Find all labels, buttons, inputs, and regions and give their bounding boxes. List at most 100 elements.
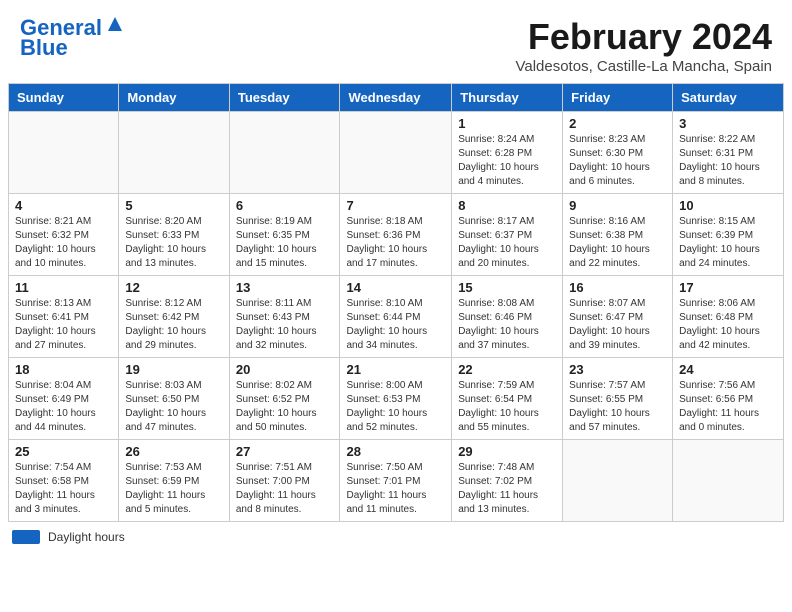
logo: General Blue <box>20 16 126 60</box>
day-number: 23 <box>569 362 666 377</box>
calendar-cell: 7 Sunrise: 8:18 AM Sunset: 6:36 PM Daylig… <box>340 194 452 276</box>
calendar-cell: 28 Sunrise: 7:50 AM Sunset: 7:01 PM Dayli… <box>340 440 452 522</box>
day-number: 26 <box>125 444 222 459</box>
logo-icon <box>104 13 126 35</box>
calendar-cell: 12Sunrise: 8:12 AM Sunset: 6:42 PM Dayli… <box>119 276 229 358</box>
day-number: 21 <box>346 362 445 377</box>
day-number: 25 <box>15 444 112 459</box>
calendar-header-wednesday: Wednesday <box>340 84 452 112</box>
calendar-week-row: 18 Sunrise: 8:04 AM Sunset: 6:49 PM Dayli… <box>9 358 784 440</box>
day-info: Sunrise: 7:53 AM Sunset: 6:59 PM Dayligh… <box>125 461 222 517</box>
calendar-cell: 17 Sunrise: 8:06 AM Sunset: 6:48 PM Dayli… <box>673 276 784 358</box>
day-info: Sunrise: 8:20 AM Sunset: 6:33 PM Dayligh… <box>125 215 222 271</box>
calendar-cell: 5 Sunrise: 8:20 AM Sunset: 6:33 PM Daylig… <box>119 194 229 276</box>
calendar-week-row: 25 Sunrise: 7:54 AM Sunset: 6:58 PM Dayli… <box>9 440 784 522</box>
calendar-cell: 27Sunrise: 7:51 AM Sunset: 7:00 PM Dayli… <box>229 440 340 522</box>
day-info: Sunrise: 8:19 AM Sunset: 6:35 PM Dayligh… <box>236 215 334 271</box>
day-number: 2 <box>569 116 666 131</box>
location-subtitle: Valdesotos, Castille-La Mancha, Spain <box>515 58 772 75</box>
day-number: 15 <box>458 280 556 295</box>
calendar-cell: 14 Sunrise: 8:10 AM Sunset: 6:44 PM Dayli… <box>340 276 452 358</box>
day-number: 14 <box>346 280 445 295</box>
calendar-cell <box>119 112 229 194</box>
day-number: 11 <box>15 280 112 295</box>
calendar-cell <box>673 440 784 522</box>
calendar-cell: 8 Sunrise: 8:17 AM Sunset: 6:37 PM Daylig… <box>452 194 563 276</box>
day-info: Sunrise: 8:11 AM Sunset: 6:43 PM Dayligh… <box>236 297 334 353</box>
calendar-cell: 6 Sunrise: 8:19 AM Sunset: 6:35 PM Daylig… <box>229 194 340 276</box>
day-number: 5 <box>125 198 222 213</box>
calendar-cell: 29 Sunrise: 7:48 AM Sunset: 7:02 PM Dayli… <box>452 440 563 522</box>
day-number: 9 <box>569 198 666 213</box>
calendar-cell: 21 Sunrise: 8:00 AM Sunset: 6:53 PM Dayli… <box>340 358 452 440</box>
calendar-cell: 13 Sunrise: 8:11 AM Sunset: 6:43 PM Dayli… <box>229 276 340 358</box>
calendar-header-row: SundayMondayTuesdayWednesdayThursdayFrid… <box>9 84 784 112</box>
day-info: Sunrise: 8:08 AM Sunset: 6:46 PM Dayligh… <box>458 297 556 353</box>
day-number: 3 <box>679 116 777 131</box>
day-number: 6 <box>236 198 334 213</box>
day-number: 12 <box>125 280 222 295</box>
day-info: Sunrise: 8:02 AM Sunset: 6:52 PM Dayligh… <box>236 379 334 435</box>
calendar-cell <box>340 112 452 194</box>
day-number: 24 <box>679 362 777 377</box>
calendar-cell: 20 Sunrise: 8:02 AM Sunset: 6:52 PM Dayli… <box>229 358 340 440</box>
day-number: 18 <box>15 362 112 377</box>
calendar-cell: 23Sunrise: 7:57 AM Sunset: 6:55 PM Dayli… <box>563 358 673 440</box>
calendar-table: SundayMondayTuesdayWednesdayThursdayFrid… <box>8 83 784 522</box>
day-number: 7 <box>346 198 445 213</box>
day-info: Sunrise: 8:03 AM Sunset: 6:50 PM Dayligh… <box>125 379 222 435</box>
day-number: 27 <box>236 444 334 459</box>
calendar-cell: 25 Sunrise: 7:54 AM Sunset: 6:58 PM Dayli… <box>9 440 119 522</box>
day-info: Sunrise: 8:24 AM Sunset: 6:28 PM Dayligh… <box>458 133 556 189</box>
day-info: Sunrise: 8:04 AM Sunset: 6:49 PM Dayligh… <box>15 379 112 435</box>
day-number: 8 <box>458 198 556 213</box>
calendar-cell: 26 Sunrise: 7:53 AM Sunset: 6:59 PM Dayli… <box>119 440 229 522</box>
calendar-week-row: 11 Sunrise: 8:13 AM Sunset: 6:41 PM Dayli… <box>9 276 784 358</box>
calendar-cell: 22Sunrise: 7:59 AM Sunset: 6:54 PM Dayli… <box>452 358 563 440</box>
month-title: February 2024 <box>515 16 772 58</box>
day-info: Sunrise: 8:07 AM Sunset: 6:47 PM Dayligh… <box>569 297 666 353</box>
calendar-header-thursday: Thursday <box>452 84 563 112</box>
day-number: 19 <box>125 362 222 377</box>
logo-text2: Blue <box>20 35 68 60</box>
page-header: General Blue February 2024 Valdesotos, C… <box>0 0 792 83</box>
day-info: Sunrise: 7:48 AM Sunset: 7:02 PM Dayligh… <box>458 461 556 517</box>
day-number: 10 <box>679 198 777 213</box>
calendar-cell: 4 Sunrise: 8:21 AM Sunset: 6:32 PM Daylig… <box>9 194 119 276</box>
day-number: 4 <box>15 198 112 213</box>
calendar-cell: 2 Sunrise: 8:23 AM Sunset: 6:30 PM Daylig… <box>563 112 673 194</box>
day-info: Sunrise: 8:15 AM Sunset: 6:39 PM Dayligh… <box>679 215 777 271</box>
calendar-cell <box>229 112 340 194</box>
calendar-week-row: 4 Sunrise: 8:21 AM Sunset: 6:32 PM Daylig… <box>9 194 784 276</box>
day-info: Sunrise: 7:56 AM Sunset: 6:56 PM Dayligh… <box>679 379 777 435</box>
day-info: Sunrise: 8:00 AM Sunset: 6:53 PM Dayligh… <box>346 379 445 435</box>
day-number: 29 <box>458 444 556 459</box>
calendar-cell: 10 Sunrise: 8:15 AM Sunset: 6:39 PM Dayli… <box>673 194 784 276</box>
calendar-cell: 1Sunrise: 8:24 AM Sunset: 6:28 PM Daylig… <box>452 112 563 194</box>
day-info: Sunrise: 8:21 AM Sunset: 6:32 PM Dayligh… <box>15 215 112 271</box>
day-number: 28 <box>346 444 445 459</box>
day-info: Sunrise: 8:23 AM Sunset: 6:30 PM Dayligh… <box>569 133 666 189</box>
day-info: Sunrise: 7:54 AM Sunset: 6:58 PM Dayligh… <box>15 461 112 517</box>
day-number: 17 <box>679 280 777 295</box>
calendar-wrapper: SundayMondayTuesdayWednesdayThursdayFrid… <box>0 83 792 552</box>
calendar-cell: 15 Sunrise: 8:08 AM Sunset: 6:46 PM Dayli… <box>452 276 563 358</box>
calendar-header-sunday: Sunday <box>9 84 119 112</box>
calendar-cell: 18 Sunrise: 8:04 AM Sunset: 6:49 PM Dayli… <box>9 358 119 440</box>
calendar-cell <box>9 112 119 194</box>
calendar-cell <box>563 440 673 522</box>
day-info: Sunrise: 8:18 AM Sunset: 6:36 PM Dayligh… <box>346 215 445 271</box>
day-info: Sunrise: 8:22 AM Sunset: 6:31 PM Dayligh… <box>679 133 777 189</box>
day-info: Sunrise: 8:06 AM Sunset: 6:48 PM Dayligh… <box>679 297 777 353</box>
calendar-cell: 11 Sunrise: 8:13 AM Sunset: 6:41 PM Dayli… <box>9 276 119 358</box>
calendar-week-row: 1Sunrise: 8:24 AM Sunset: 6:28 PM Daylig… <box>9 112 784 194</box>
day-info: Sunrise: 7:50 AM Sunset: 7:01 PM Dayligh… <box>346 461 445 517</box>
day-info: Sunrise: 8:13 AM Sunset: 6:41 PM Dayligh… <box>15 297 112 353</box>
daylight-legend-label: Daylight hours <box>48 530 125 544</box>
day-number: 13 <box>236 280 334 295</box>
calendar-header-friday: Friday <box>563 84 673 112</box>
day-number: 20 <box>236 362 334 377</box>
daylight-legend-box <box>12 530 40 544</box>
day-info: Sunrise: 8:17 AM Sunset: 6:37 PM Dayligh… <box>458 215 556 271</box>
day-info: Sunrise: 8:10 AM Sunset: 6:44 PM Dayligh… <box>346 297 445 353</box>
